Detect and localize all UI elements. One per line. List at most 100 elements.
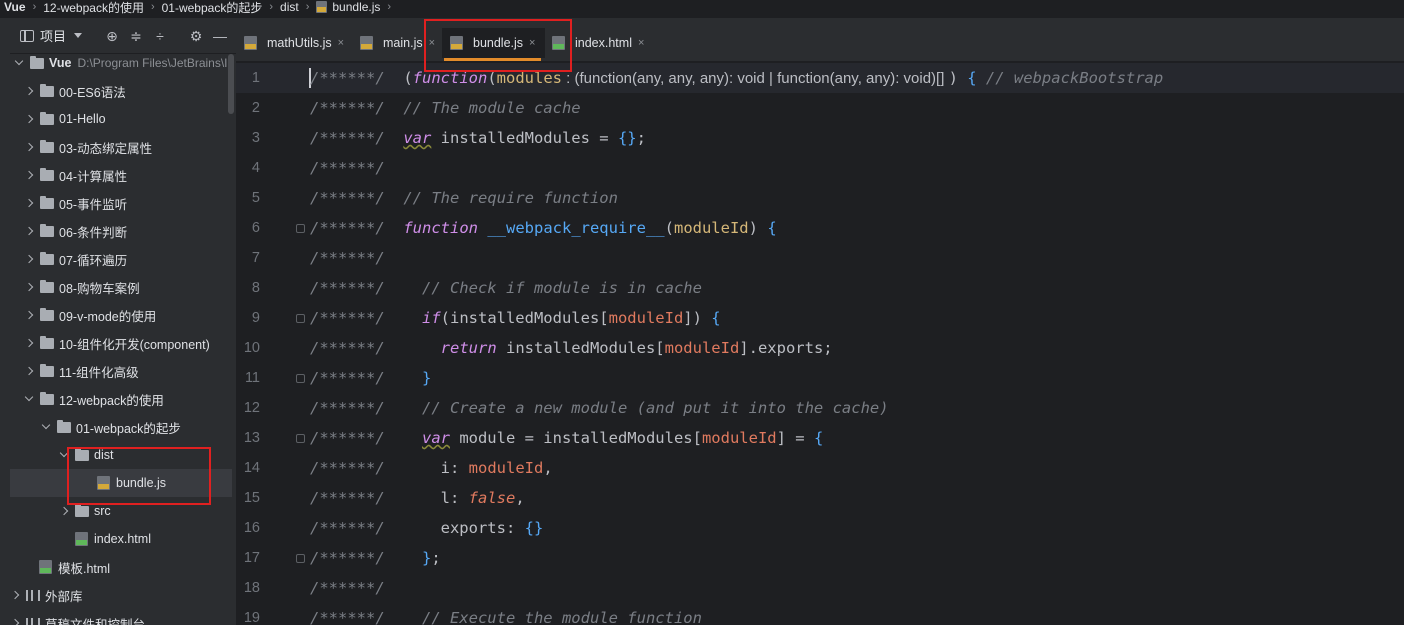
annotation-box-tab <box>424 19 572 72</box>
tree-item-07[interactable]: 07-循环遍历 <box>10 245 232 273</box>
code-line[interactable]: 18 /******/ <box>236 573 1404 603</box>
chevron-right-icon: › <box>269 1 274 13</box>
gear-icon[interactable]: ⚙ <box>188 28 204 44</box>
chevron-down-icon[interactable] <box>14 58 24 68</box>
line-number: 3 <box>251 130 260 146</box>
breadcrumb-item-dist[interactable]: dist <box>280 0 299 14</box>
fold-icon[interactable] <box>296 313 305 323</box>
code-line[interactable]: 3 /******/ var installedModules = {}; <box>236 123 1404 153</box>
expand-all-icon[interactable]: ≑ <box>128 28 144 44</box>
chevron-right-icon[interactable] <box>24 310 34 320</box>
tree-item-label: 模板.html <box>58 561 111 576</box>
tab-mathutils-js[interactable]: mathUtils.js × <box>244 28 344 58</box>
breadcrumb-item-01-webpack[interactable]: 01-webpack的起步 <box>162 0 263 16</box>
line-number: 8 <box>251 280 260 296</box>
breadcrumb-item-12-webpack[interactable]: 12-webpack的使用 <box>43 0 144 16</box>
breadcrumb-item-vue[interactable]: Vue <box>0 0 26 14</box>
chevron-down-icon[interactable] <box>41 422 51 432</box>
code-text: /******/ // The require function <box>310 189 618 207</box>
html-file-icon <box>39 560 52 574</box>
fold-icon[interactable] <box>296 373 305 383</box>
chevron-right-icon[interactable] <box>10 590 20 600</box>
chevron-right-icon[interactable] <box>24 366 34 376</box>
tree-item-scratches[interactable]: 草稿文件和控制台 <box>10 609 232 625</box>
chevron-right-icon[interactable] <box>24 142 34 152</box>
js-file-icon <box>316 1 328 13</box>
code-line[interactable]: 9 /******/ if(installedModules[moduleId]… <box>236 303 1404 333</box>
code-line[interactable]: 14 /******/ i: moduleId, <box>236 453 1404 483</box>
chevron-right-icon[interactable] <box>24 198 34 208</box>
code-line[interactable]: 10 /******/ return installedModules[modu… <box>236 333 1404 363</box>
tree-item-label: 10-组件化开发(component) <box>59 337 210 352</box>
chevron-right-icon[interactable] <box>24 114 34 124</box>
close-icon[interactable]: × <box>638 37 644 49</box>
chevron-right-icon[interactable] <box>24 254 34 264</box>
line-number: 13 <box>243 430 260 446</box>
code-line[interactable]: 8 /******/ // Check if module is in cach… <box>236 273 1404 303</box>
code-line[interactable]: 19 /******/ // Execute the module functi… <box>236 603 1404 625</box>
code-editor[interactable]: 1 /******/ (function(modules : (function… <box>236 63 1404 625</box>
tree-item-05[interactable]: 05-事件监听 <box>10 189 232 217</box>
tree-item-09[interactable]: 09-v-mode的使用 <box>10 301 232 329</box>
tree-root-label: Vue <box>49 56 72 70</box>
tree-item-04[interactable]: 04-计算属性 <box>10 161 232 189</box>
collapse-all-icon[interactable]: ÷ <box>152 28 168 44</box>
code-line[interactable]: 15 /******/ l: false, <box>236 483 1404 513</box>
code-line[interactable]: 4 /******/ <box>236 153 1404 183</box>
tree-item-01-webpack[interactable]: 01-webpack的起步 <box>10 413 232 441</box>
tree-item-11[interactable]: 11-组件化高级 <box>10 357 232 385</box>
tree-item-00-es6[interactable]: 00-ES6语法 <box>10 77 232 105</box>
tree-item-06[interactable]: 06-条件判断 <box>10 217 232 245</box>
code-line[interactable]: 13 /******/ var module = installedModule… <box>236 423 1404 453</box>
tree-item-03[interactable]: 03-动态绑定属性 <box>10 133 232 161</box>
tree-item-label: 04-计算属性 <box>59 169 128 184</box>
breadcrumb-item-bundle[interactable]: bundle.js <box>316 0 380 14</box>
code-line[interactable]: 12 /******/ // Create a new module (and … <box>236 393 1404 423</box>
tree-item-label: src <box>94 504 111 518</box>
folder-icon <box>30 55 44 69</box>
code-text: /******/ exports: {} <box>310 519 544 537</box>
project-view-selector[interactable]: 项目 <box>40 26 66 45</box>
chevron-right-icon[interactable] <box>24 170 34 180</box>
js-file-icon <box>360 36 373 50</box>
tree-root-vue[interactable]: Vue D:\Program Files\JetBrains\I <box>10 49 232 77</box>
chevron-down-icon[interactable] <box>74 33 83 38</box>
code-line[interactable]: 16 /******/ exports: {} <box>236 513 1404 543</box>
chevron-down-icon[interactable] <box>24 394 34 404</box>
code-line[interactable]: 17 /******/ }; <box>236 543 1404 573</box>
line-number: 9 <box>251 310 260 326</box>
chevron-right-icon: › <box>32 1 37 13</box>
chevron-right-icon[interactable] <box>59 506 69 516</box>
chevron-right-icon[interactable] <box>24 226 34 236</box>
tree-item-10[interactable]: 10-组件化开发(component) <box>10 329 232 357</box>
tree-item-index-html[interactable]: index.html <box>10 525 232 553</box>
sidebar-scrollbar[interactable] <box>228 54 234 114</box>
chevron-right-icon[interactable] <box>24 338 34 348</box>
code-line[interactable]: 2 /******/ // The module cache <box>236 93 1404 123</box>
code-line[interactable]: 1 /******/ (function(modules : (function… <box>236 63 1404 93</box>
tree-item-external-libs[interactable]: 外部库 <box>10 581 232 609</box>
code-line[interactable]: 6 /******/ function __webpack_require__(… <box>236 213 1404 243</box>
code-line[interactable]: 5 /******/ // The require function <box>236 183 1404 213</box>
tree-item-label: 09-v-mode的使用 <box>59 309 157 324</box>
tree-item-12-webpack[interactable]: 12-webpack的使用 <box>10 385 232 413</box>
line-number: 15 <box>243 490 260 506</box>
tree-item-08[interactable]: 08-购物车案例 <box>10 273 232 301</box>
chevron-right-icon[interactable] <box>24 282 34 292</box>
code-line[interactable]: 7 /******/ <box>236 243 1404 273</box>
tree-item-01-hello[interactable]: 01-Hello <box>10 105 232 133</box>
line-number: 5 <box>251 190 260 206</box>
code-line[interactable]: 11 /******/ } <box>236 363 1404 393</box>
tree-item-template-html[interactable]: 模板.html <box>10 553 232 581</box>
folder-icon <box>40 335 54 349</box>
close-icon[interactable]: × <box>338 37 344 49</box>
line-number: 1 <box>251 70 260 86</box>
fold-icon[interactable] <box>296 433 305 443</box>
fold-icon[interactable] <box>296 553 305 563</box>
chevron-right-icon[interactable] <box>10 618 20 625</box>
fold-icon[interactable] <box>296 223 305 233</box>
locate-icon[interactable]: ⊕ <box>104 28 120 44</box>
minimize-icon[interactable]: — <box>212 28 228 44</box>
chevron-right-icon[interactable] <box>24 86 34 96</box>
code-text: /******/ <box>310 159 385 177</box>
